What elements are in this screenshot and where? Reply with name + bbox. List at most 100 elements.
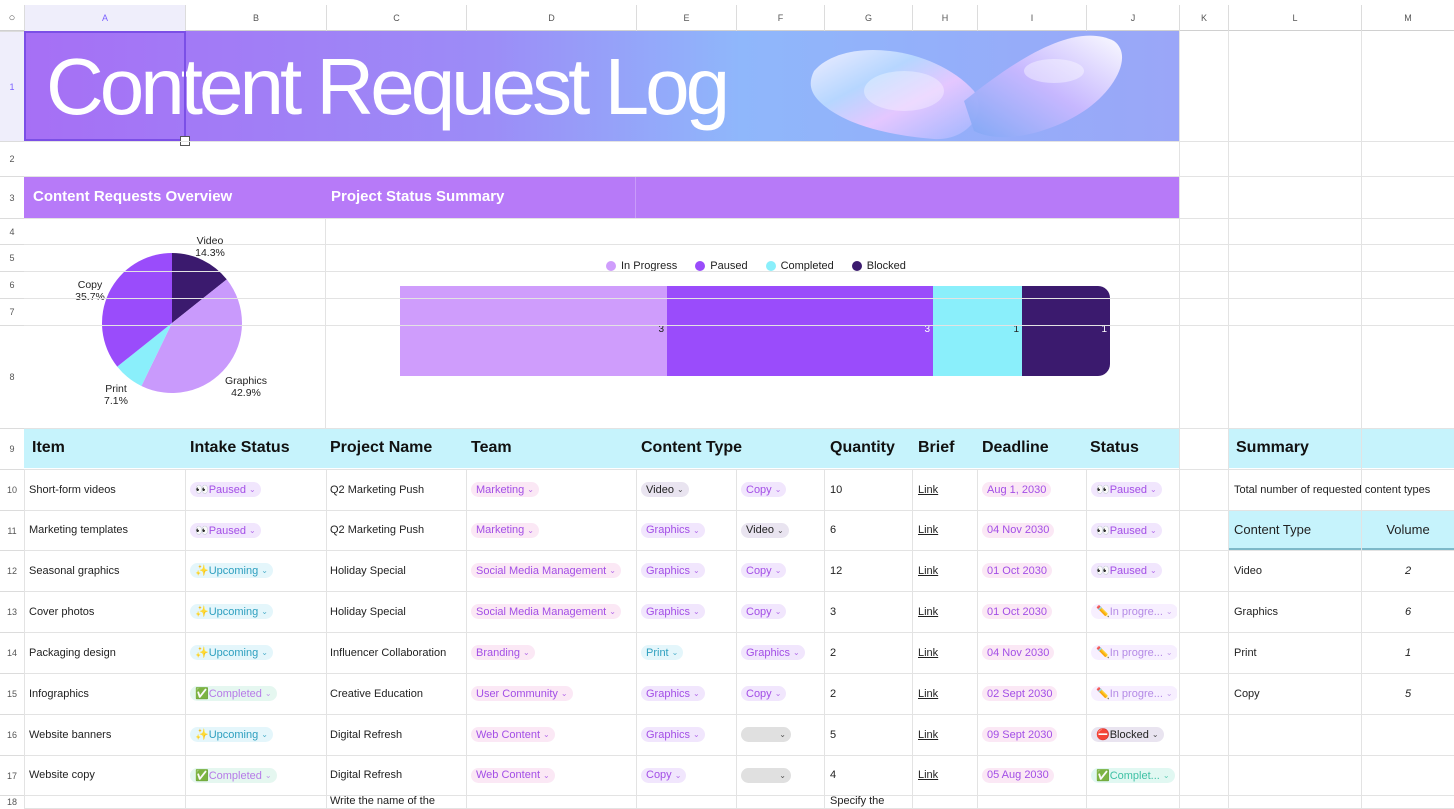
brief-cell[interactable]: Link (918, 550, 973, 591)
row-header-14[interactable]: 14 (0, 632, 24, 673)
deadline-cell[interactable]: 02 Sept 2030 (982, 673, 1082, 714)
deadline-chip[interactable]: Aug 1, 2030 (982, 482, 1052, 497)
brief-link[interactable]: Link (918, 524, 938, 536)
intake-status-chip[interactable]: ✅Completed ⌄ (190, 767, 277, 783)
deadline-cell[interactable]: 09 Sept 2030 (982, 714, 1082, 755)
deadline-cell[interactable]: 01 Oct 2030 (982, 550, 1082, 591)
deadline-chip[interactable]: 04 Nov 2030 (982, 522, 1055, 538)
content-type-chip[interactable]: Graphics ⌄ (641, 727, 705, 742)
deadline-chip[interactable]: 09 Sept 2030 (982, 727, 1058, 742)
column-header-k[interactable]: K (1179, 5, 1228, 31)
status-chip[interactable]: 👀Paused ⌄ (1091, 482, 1162, 497)
intake-status-cell[interactable]: 👀Paused ⌄ (190, 469, 320, 510)
content-type-chip[interactable]: Video ⌄ (741, 522, 789, 538)
content-type-cell-2[interactable]: Copy ⌄ (741, 469, 821, 510)
column-header-b[interactable]: B (185, 5, 326, 31)
intake-status-chip[interactable]: ✨Upcoming ⌄ (190, 727, 273, 742)
status-chip[interactable]: 👀Paused ⌄ (1091, 563, 1162, 578)
row-header-1[interactable]: 1 (0, 31, 24, 141)
content-type-cell-2[interactable]: Copy ⌄ (741, 591, 821, 632)
content-type-cell[interactable]: Print ⌄ (641, 632, 731, 673)
deadline-cell[interactable]: 04 Nov 2030 (982, 510, 1082, 550)
intake-status-cell[interactable]: 👀Paused ⌄ (190, 510, 320, 550)
content-type-cell-2[interactable]: Copy ⌄ (741, 673, 821, 714)
content-type-cell-2[interactable]: Graphics ⌄ (741, 632, 821, 673)
status-chip[interactable]: ✏️In progre... ⌄ (1091, 604, 1177, 619)
row-header-7[interactable]: 7 (0, 298, 24, 325)
status-cell[interactable]: 👀Paused ⌄ (1091, 510, 1177, 550)
deadline-cell[interactable]: Aug 1, 2030 (982, 469, 1082, 510)
brief-cell[interactable]: Link (918, 673, 973, 714)
column-header-f[interactable]: F (736, 5, 824, 31)
brief-link[interactable]: Link (918, 484, 938, 496)
row-header-3[interactable]: 3 (0, 176, 24, 218)
content-type-cell[interactable]: Graphics ⌄ (641, 673, 731, 714)
status-chip[interactable]: ⛔Blocked ⌄ (1091, 727, 1164, 742)
team-chip[interactable]: User Community ⌄ (471, 686, 573, 701)
row-header-17[interactable]: 17 (0, 755, 24, 795)
content-type-chip[interactable]: Graphics ⌄ (641, 563, 705, 578)
row-header-10[interactable]: 10 (0, 469, 24, 510)
column-header-h[interactable]: H (912, 5, 977, 31)
team-cell[interactable]: Marketing ⌄ (471, 469, 631, 510)
team-cell[interactable]: Web Content ⌄ (471, 755, 631, 795)
selected-cell-a1[interactable] (24, 31, 186, 141)
column-header-l[interactable]: L (1228, 5, 1361, 31)
status-cell[interactable]: ✏️In progre... ⌄ (1091, 673, 1177, 714)
brief-link[interactable]: Link (918, 565, 938, 577)
deadline-chip[interactable]: 02 Sept 2030 (982, 686, 1058, 701)
content-type-cell[interactable]: Graphics ⌄ (641, 591, 731, 632)
team-cell[interactable]: Marketing ⌄ (471, 510, 631, 550)
content-type-chip[interactable]: Graphics ⌄ (641, 686, 705, 701)
column-header-m[interactable]: M (1361, 5, 1454, 31)
status-cell[interactable]: ✅Complet... ⌄ (1091, 755, 1177, 795)
content-type-cell[interactable]: Graphics ⌄ (641, 550, 731, 591)
row-header-13[interactable]: 13 (0, 591, 24, 632)
team-cell[interactable]: Social Media Management ⌄ (471, 591, 631, 632)
content-type-chip[interactable]: Copy ⌄ (741, 686, 787, 701)
status-cell[interactable]: ⛔Blocked ⌄ (1091, 714, 1177, 755)
brief-link[interactable]: Link (918, 729, 938, 741)
content-type-chip[interactable]: Graphics ⌄ (741, 645, 805, 660)
content-type-cell[interactable]: Video ⌄ (641, 469, 731, 510)
deadline-chip[interactable]: 05 Aug 2030 (982, 767, 1054, 783)
content-type-chip[interactable]: Print ⌄ (641, 645, 684, 660)
content-type-chip[interactable]: Copy ⌄ (741, 604, 787, 619)
deadline-chip[interactable]: 04 Nov 2030 (982, 645, 1055, 660)
content-type-chip[interactable]: Copy ⌄ (741, 563, 787, 578)
content-type-chip[interactable]: ⌄ (741, 767, 791, 783)
intake-status-chip[interactable]: 👀Paused ⌄ (190, 482, 261, 497)
team-chip[interactable]: Marketing ⌄ (471, 522, 539, 538)
content-type-cell-2[interactable]: Video ⌄ (741, 510, 821, 550)
status-chip[interactable]: 👀Paused ⌄ (1091, 522, 1162, 538)
team-chip[interactable]: Web Content ⌄ (471, 727, 555, 742)
row-header-18[interactable]: 18 (0, 795, 24, 808)
brief-cell[interactable]: Link (918, 469, 973, 510)
intake-status-chip[interactable]: ✅Completed ⌄ (190, 686, 277, 701)
team-chip[interactable]: Web Content ⌄ (471, 767, 555, 783)
brief-cell[interactable]: Link (918, 591, 973, 632)
deadline-chip[interactable]: 01 Oct 2030 (982, 604, 1052, 619)
intake-status-chip[interactable]: ✨Upcoming ⌄ (190, 563, 273, 578)
brief-link[interactable]: Link (918, 606, 938, 618)
intake-status-chip[interactable]: ✨Upcoming ⌄ (190, 645, 273, 660)
brief-link[interactable]: Link (918, 688, 938, 700)
team-chip[interactable]: Branding ⌄ (471, 645, 535, 660)
column-header-a[interactable]: A (24, 5, 185, 31)
row-header-15[interactable]: 15 (0, 673, 24, 714)
deadline-cell[interactable]: 01 Oct 2030 (982, 591, 1082, 632)
row-header-9[interactable]: 9 (0, 428, 24, 469)
team-chip[interactable]: Social Media Management ⌄ (471, 563, 621, 578)
content-type-chip[interactable]: Video ⌄ (641, 482, 689, 497)
intake-status-cell[interactable]: ✨Upcoming ⌄ (190, 714, 320, 755)
brief-cell[interactable]: Link (918, 632, 973, 673)
content-type-chip[interactable]: Copy ⌄ (641, 767, 687, 783)
content-type-cell-2[interactable]: ⌄ (741, 714, 821, 755)
select-all-corner[interactable]: ○ (0, 5, 24, 31)
status-cell[interactable]: ✏️In progre... ⌄ (1091, 591, 1177, 632)
team-cell[interactable]: Web Content ⌄ (471, 714, 631, 755)
brief-link[interactable]: Link (918, 769, 938, 781)
row-header-16[interactable]: 16 (0, 714, 24, 755)
status-cell[interactable]: 👀Paused ⌄ (1091, 550, 1177, 591)
status-chip[interactable]: ✏️In progre... ⌄ (1091, 686, 1177, 701)
